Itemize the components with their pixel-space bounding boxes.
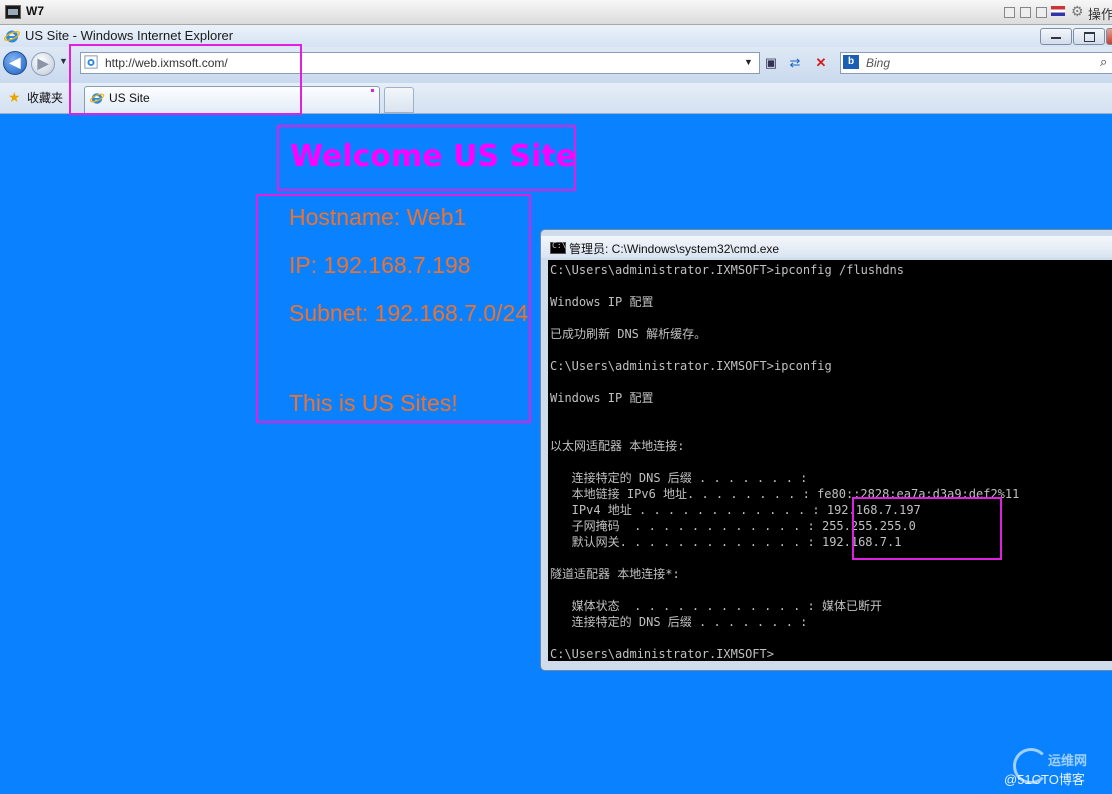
address-dropdown-icon[interactable]: ▼ (744, 57, 753, 67)
cmd-icon: C:\ (550, 241, 566, 254)
refresh-icon[interactable]: ⇄ (786, 54, 804, 72)
recent-pages-dropdown-icon[interactable]: ▼ (59, 56, 68, 66)
gear-icon[interactable]: ⚙ (1071, 3, 1084, 20)
ipconfig-highlight-box (852, 497, 1002, 560)
console-line: Windows IP 配置 (550, 391, 654, 405)
restore-icon (1084, 32, 1095, 42)
vm-title: W7 (26, 4, 44, 18)
forward-button[interactable]: ▶ (31, 52, 55, 76)
watermark-top-text: 运维网 (1048, 753, 1088, 768)
vm-actions-menu[interactable]: 操作 (1088, 4, 1112, 23)
search-input[interactable]: Bing (866, 56, 890, 70)
cmd-window-title: 管理员: C:\Windows\system32\cmd.exe (569, 242, 780, 256)
vm-close-icon[interactable] (1036, 7, 1047, 18)
stop-icon[interactable]: ✕ (812, 54, 830, 72)
console-line: 媒体状态 . . . . . . . . . . . . : 媒体已断开 (550, 599, 882, 613)
back-arrow-icon: ◀ (9, 54, 21, 70)
annotation-dot (371, 89, 374, 92)
flag-icon (1051, 6, 1065, 16)
favorites-button[interactable]: 收藏夹 (27, 89, 63, 106)
console-line: 连接特定的 DNS 后缀 . . . . . . . : (550, 615, 808, 629)
address-highlight-box (69, 44, 302, 115)
console-line: Windows IP 配置 (550, 295, 654, 309)
console-line: 默认网关. . . . . . . . . . . . . : 192.168.… (550, 535, 902, 549)
watermark-bottom-text: @51CTO博客 (1004, 772, 1085, 787)
note-text: This is US Sites! (289, 390, 458, 416)
compatibility-view-icon[interactable]: ▣ (762, 54, 780, 72)
minimize-button[interactable] (1040, 28, 1072, 45)
console-line: C:\Users\administrator.IXMSOFT> (550, 647, 774, 661)
maximize-button[interactable] (1073, 28, 1105, 45)
vm-title-bar (0, 0, 1112, 25)
console-line: 隧道适配器 本地连接*: (550, 567, 680, 581)
minimize-icon (1051, 37, 1061, 39)
ie-logo-icon (4, 30, 20, 43)
subnet-text: Subnet: 192.168.7.0/24 (289, 300, 529, 326)
close-button[interactable] (1106, 28, 1112, 45)
ie-window-title: US Site - Windows Internet Explorer (25, 28, 234, 43)
monitor-icon (5, 5, 21, 19)
vm-minimize-icon[interactable] (1004, 7, 1015, 18)
forward-arrow-icon: ▶ (37, 55, 49, 71)
console-line: 连接特定的 DNS 后缀 . . . . . . . : (550, 471, 808, 485)
back-button[interactable]: ◀ (3, 51, 27, 75)
console-line: C:\Users\administrator.IXMSOFT>ipconfig … (550, 263, 905, 277)
vm-restore-icon[interactable] (1020, 7, 1031, 18)
star-icon: ★ (8, 89, 21, 105)
hostname-text: Hostname: Web1 (289, 204, 467, 230)
new-tab-button[interactable] (384, 87, 414, 113)
cmd-console[interactable]: C:\Users\administrator.IXMSOFT>ipconfig … (548, 260, 1112, 661)
bing-icon: b (843, 55, 859, 69)
console-line: 已成功刷新 DNS 解析缓存。 (550, 327, 707, 341)
console-line: 以太网适配器 本地连接: (550, 439, 685, 453)
console-line: C:\Users\administrator.IXMSOFT>ipconfig (550, 359, 832, 373)
page-heading: Welcome US Site (290, 139, 577, 174)
ip-text: IP: 192.168.7.198 (289, 252, 471, 278)
search-icon[interactable]: ⌕ (1100, 54, 1107, 70)
